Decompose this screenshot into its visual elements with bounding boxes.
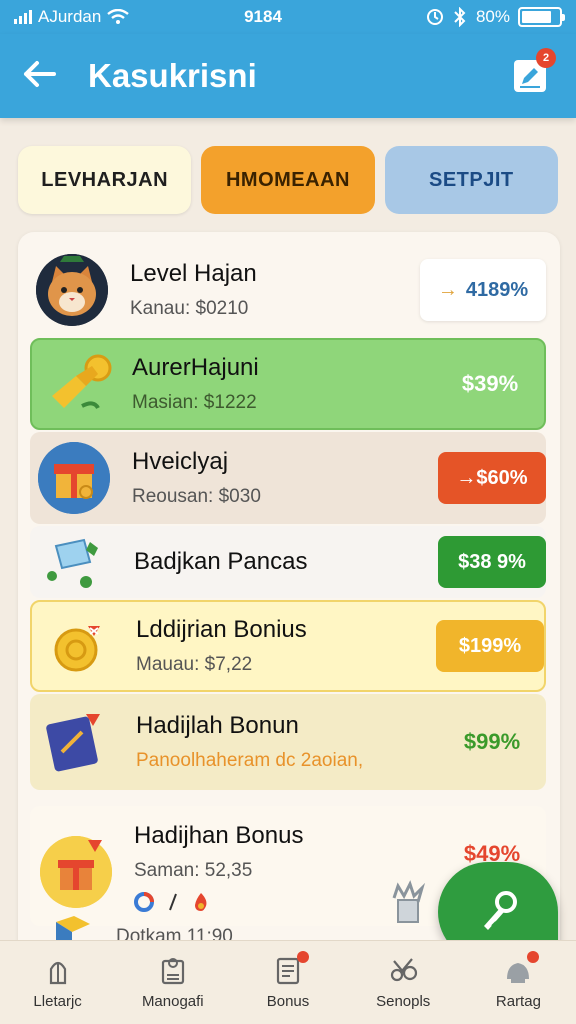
list-item-title: AurerHajuni [132, 354, 259, 381]
clipboard-icon [273, 951, 309, 985]
signal-icon [14, 10, 32, 24]
percent-badge: $39% [461, 371, 519, 396]
nav-label: Bonus [266, 993, 310, 1010]
status-right: 80% [342, 7, 565, 27]
nav-item-senopls[interactable]: Senopls [346, 941, 461, 1024]
list-item-title: Lddijrian Bonius [136, 616, 307, 643]
wifi-icon [107, 9, 130, 24]
arrow-right-icon: → [437, 278, 458, 301]
percent-badge: →$60% [438, 452, 546, 504]
color-ring-icon [134, 892, 154, 912]
percent-value: 4189% [465, 278, 529, 301]
nav-label: Manogafi [141, 993, 204, 1010]
app-bar: Kasukrisni 2 [0, 34, 576, 118]
percent-badge: $38 9% [438, 536, 546, 588]
list-item-title: Hadijhan Bonus [134, 822, 304, 849]
page-title: Kasukrisni [88, 57, 257, 94]
percent-badge: $199% [436, 620, 544, 672]
flame-icon [195, 893, 207, 911]
cut-off-text: Dotkam 11:90 [116, 926, 233, 940]
alarm-icon [426, 9, 443, 25]
tab-bar: LEVHARJAN HMOMEAAN SETPJIT [18, 146, 558, 214]
notification-dot [527, 951, 540, 963]
list-item-title: Hadijlah Bonun [136, 712, 299, 739]
percent-value: $99% [463, 729, 521, 754]
list-item-badjkan-pancas[interactable]: Badjkan Pancas $38 9% [30, 526, 546, 598]
wrench-icon [484, 891, 517, 930]
gem-block-icon [40, 532, 112, 592]
nav-item-lletarjc[interactable]: Lletarjc [0, 941, 115, 1024]
list-item-text: Hadijlah Bonun Panoolhaheram dc 2aoian, [136, 712, 438, 772]
list-item-subtitle: Masian: $1222 [132, 392, 257, 413]
notebook-icon [42, 706, 114, 778]
list-item-aurerhajuni[interactable]: AurerHajuni Masian: $1222 $39% [30, 338, 546, 430]
list-item-subtitle: Kanau: $0210 [130, 298, 249, 319]
coin-icon [42, 610, 114, 682]
tab-hmomeaan[interactable]: HMOMEAAN [201, 146, 375, 214]
list-item-lddijrian-bonius[interactable]: Lddijrian Bonius Mauau: $7,22 $199% [30, 600, 546, 692]
nav-label: Lletarjc [33, 993, 82, 1010]
nav-label: Rartag [495, 993, 541, 1010]
gift-box-icon [40, 836, 112, 908]
percent-badge: → 4189% [420, 259, 546, 321]
list-item-text: Badjkan Pancas [134, 548, 438, 576]
bottom-navigation: Lletarjc Manogafi Bonus Senopls Rartag [0, 940, 576, 1024]
list-item-text: Lddijrian Bonius Mauau: $7,22 [136, 616, 436, 676]
cloud-icon [503, 951, 540, 985]
lantern-icon [49, 961, 66, 985]
list-item-hadijlah-bonun[interactable]: Hadijlah Bonun Panoolhaheram dc 2aoian, … [30, 694, 546, 790]
slash-icon [169, 893, 177, 911]
tab-setpjit[interactable]: SETPJIT [384, 146, 558, 214]
tab-levharjan[interactable]: LEVHARJAN [18, 146, 192, 214]
notification-badge: 2 [536, 48, 556, 68]
gift-box-icon [38, 442, 110, 514]
list-item-level-hajan[interactable]: Level Hajan Kanau: $0210 → 4189% [32, 244, 548, 336]
carrier-name: AJurdan [38, 7, 102, 26]
nav-item-bonus[interactable]: Bonus [230, 941, 345, 1024]
list-item-title: Badjkan Pancas [134, 548, 308, 575]
trumpet-icon [42, 348, 114, 420]
battery-icon [518, 7, 565, 27]
list-item-subtitle: Reousan: $030 [132, 486, 261, 507]
list-item-text: AurerHajuni Masian: $1222 [132, 354, 436, 414]
notification-dot [297, 951, 309, 963]
cut-off-list-item: Dotkam 11:90 [50, 912, 350, 940]
list-item-title: Level Hajan [130, 260, 257, 287]
back-arrow-icon[interactable] [22, 58, 72, 94]
scissors-icon [391, 958, 418, 982]
bluetooth-icon [454, 7, 466, 27]
list-item-subtitle: Mauau: $7,22 [136, 654, 253, 675]
robot-hand-icon [392, 880, 426, 923]
battery-percent: 80% [475, 7, 510, 26]
status-time: 9184 [244, 7, 282, 26]
status-bar: AJurdan 9184 80% [0, 0, 576, 34]
nav-item-rartag[interactable]: Rartag [461, 941, 576, 1024]
list-item-text: Hveiclyaj Reousan: $030 [132, 448, 438, 508]
edit-button[interactable]: 2 [514, 48, 556, 92]
cube-icon [56, 916, 90, 940]
list-item-hveiclyaj[interactable]: Hveiclyaj Reousan: $030 →$60% [30, 432, 546, 524]
list-item-subtitle: Panoolhaheram dc 2aoian, [136, 750, 364, 771]
list-item-text: Level Hajan Kanau: $0210 [130, 260, 420, 320]
list-item-title: Hveiclyaj [132, 448, 229, 475]
nav-item-manogafi[interactable]: Manogafi [115, 941, 230, 1024]
nav-label: Senopls [376, 993, 431, 1010]
book-icon [161, 958, 184, 985]
cat-avatar-icon [36, 254, 108, 326]
